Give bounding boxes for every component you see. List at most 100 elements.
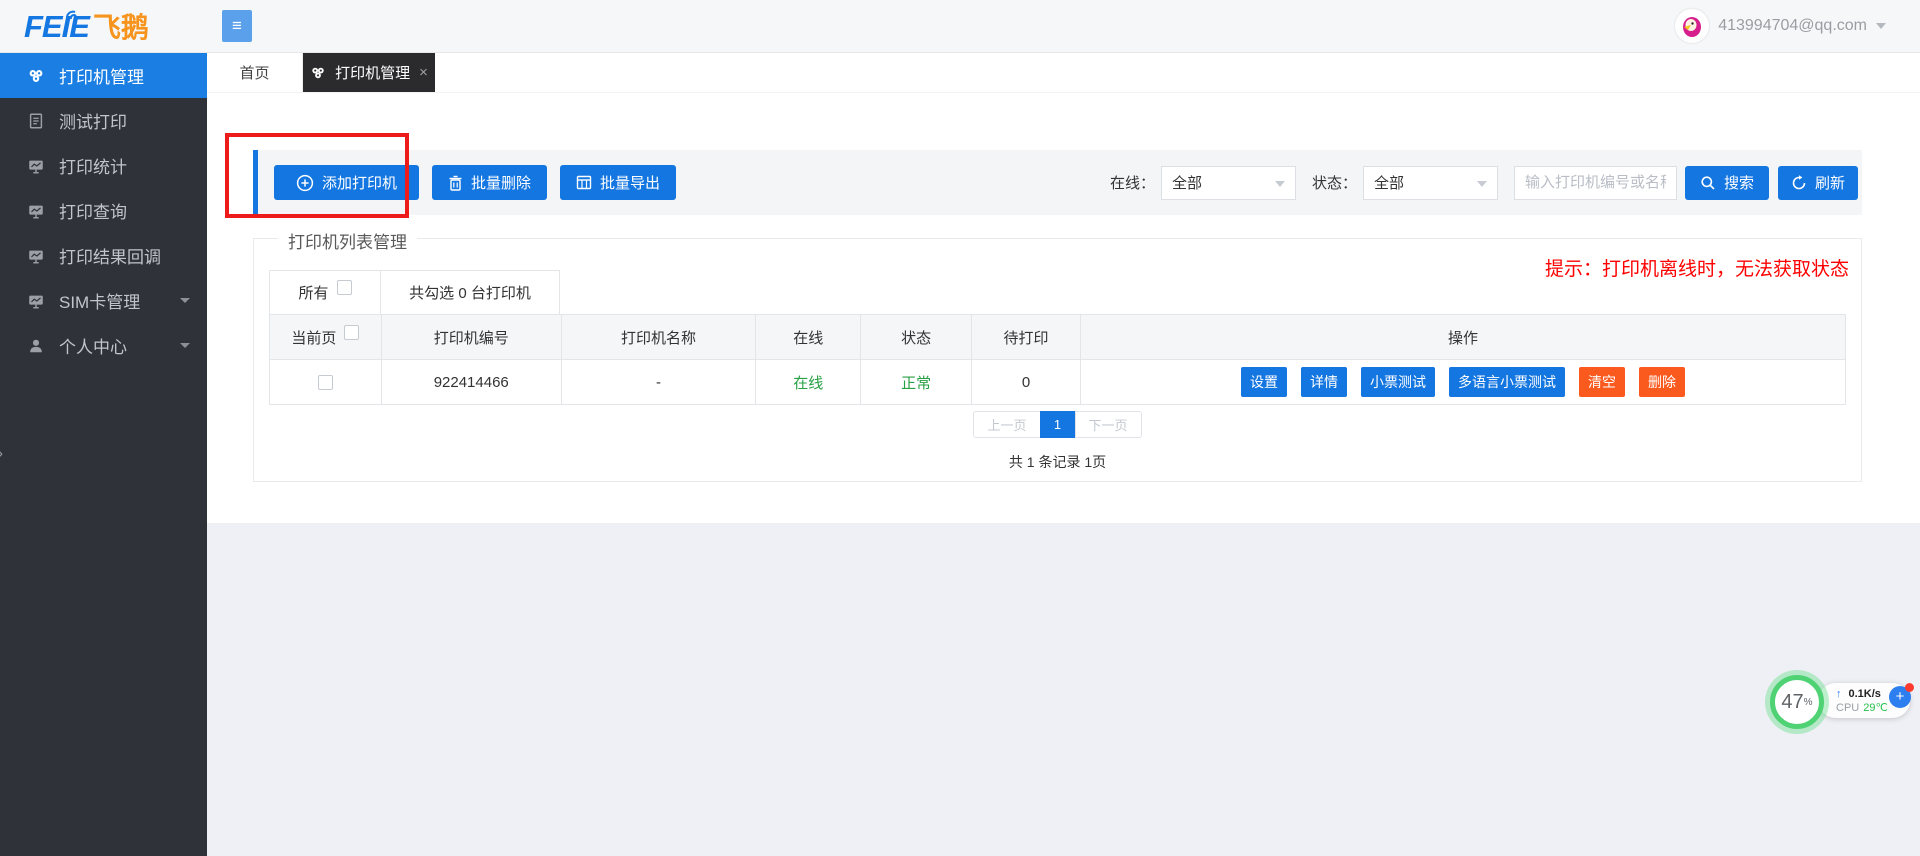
board-chart-icon [27, 202, 45, 220]
system-monitor-widget: ↑0.1K/s CPU29℃ + 47% [1770, 672, 1920, 738]
actions-cell: 设置 详情 小票测试 多语言小票测试 清空 删除 [1080, 360, 1845, 404]
sidebar-item-label: SIM卡管理 [59, 288, 140, 313]
user-icon [27, 337, 45, 355]
sidebar-item-personal-center[interactable]: 个人中心 [0, 323, 207, 368]
board-chart-icon [27, 247, 45, 265]
table-main: 当前页 打印机编号 打印机名称 在线 状态 待打印 操作 922414466 -… [269, 314, 1846, 405]
printer-group-icon [27, 67, 45, 85]
memory-usage-gauge[interactable]: 47% [1770, 675, 1824, 729]
printer-name-cell: - [561, 360, 756, 404]
percent-sign: % [1804, 697, 1813, 708]
button-label: 批量导出 [600, 172, 660, 193]
usage-percent: 47 [1781, 691, 1803, 714]
page-1-button[interactable]: 1 [1040, 411, 1076, 438]
button-label: 添加打印机 [322, 172, 397, 193]
sidebar-collapse-handle[interactable]: › [0, 445, 3, 462]
printer-group-icon [310, 65, 326, 81]
cpu-label: CPU [1836, 702, 1859, 714]
logo-text-cn: 飞鹅 [93, 6, 149, 46]
plus-circle-icon [296, 174, 314, 192]
upload-arrow-icon: ↑ [1836, 688, 1842, 700]
sidebar-item-sim-card-management[interactable]: SIM卡管理 [0, 278, 207, 323]
batch-export-button[interactable]: 批量导出 [560, 165, 676, 200]
printer-table: 所有 共勾选 0 台打印机 当前页 打印机编号 打印机名称 在线 [269, 270, 1846, 405]
select-value: 全部 [1374, 172, 1404, 193]
avatar [1675, 9, 1709, 43]
column-header-name: 打印机名称 [561, 315, 756, 359]
select-current-page-checkbox[interactable] [344, 325, 359, 340]
button-label: 搜索 [1724, 172, 1754, 193]
tab-bar: 首页 打印机管理 × [207, 53, 1920, 93]
receipt-test-button[interactable]: 小票测试 [1361, 367, 1435, 397]
search-button[interactable]: 搜索 [1685, 166, 1769, 200]
online-filter-select[interactable]: 全部 [1161, 166, 1296, 200]
sidebar-item-print-query[interactable]: 打印查询 [0, 188, 207, 233]
details-button[interactable]: 详情 [1301, 367, 1347, 397]
top-header: FEIE 飞鹅 ≡ 413994704@qq.com [0, 0, 1920, 53]
chevron-down-icon [1477, 181, 1487, 187]
status-filter-select[interactable]: 全部 [1363, 166, 1498, 200]
export-table-icon [576, 175, 592, 190]
chevron-down-icon [1275, 181, 1285, 187]
panel-title: 打印机列表管理 [278, 228, 417, 253]
sidebar-nav: 打印机管理 测试打印 打印统计 打印查询 打印结果回调 SIM卡管理 个人中心 … [0, 53, 207, 856]
status-filter-label: 状态： [1312, 172, 1357, 193]
sidebar-item-label: 测试打印 [59, 108, 127, 133]
column-header-actions: 操作 [1080, 315, 1845, 359]
settings-button[interactable]: 设置 [1241, 367, 1287, 397]
sidebar-item-test-print[interactable]: 测试打印 [0, 98, 207, 143]
select-value: 全部 [1172, 172, 1202, 193]
upload-speed: 0.1K/s [1849, 688, 1881, 700]
feie-logo[interactable]: FEIE 飞鹅 [0, 6, 207, 46]
hamburger-icon: ≡ [232, 16, 242, 35]
tab-label: 打印机管理 [335, 62, 410, 83]
board-chart-icon [27, 157, 45, 175]
printer-sn-cell: 922414466 [381, 360, 561, 404]
board-chart-icon [27, 292, 45, 310]
add-printer-button[interactable]: 添加打印机 [274, 165, 419, 200]
multilang-receipt-test-button[interactable]: 多语言小票测试 [1449, 367, 1565, 397]
user-menu[interactable]: 413994704@qq.com [1675, 9, 1920, 43]
chevron-down-icon [180, 343, 190, 348]
main-content: 添加打印机 批量删除 批量导出 在线： 全部 状态： 全部 搜索 [207, 93, 1920, 523]
search-input[interactable] [1514, 166, 1677, 200]
tab-label: 首页 [239, 62, 269, 83]
trash-icon [448, 175, 463, 191]
sidebar-item-print-result-callback[interactable]: 打印结果回调 [0, 233, 207, 278]
tab-home[interactable]: 首页 [207, 53, 303, 92]
refresh-button[interactable]: 刷新 [1778, 166, 1858, 200]
document-icon [27, 112, 45, 130]
button-label: 批量删除 [471, 172, 531, 193]
current-page-label: 当前页 [291, 327, 336, 348]
sidebar-item-label: 打印统计 [59, 153, 127, 178]
refresh-icon [1791, 175, 1807, 191]
next-page-button[interactable]: 下一页 [1075, 411, 1142, 438]
close-icon[interactable]: × [419, 64, 428, 81]
pending-count-cell: 0 [971, 360, 1080, 404]
tab-printer-management[interactable]: 打印机管理 × [303, 53, 435, 92]
online-filter-label: 在线： [1110, 172, 1155, 193]
row-checkbox[interactable] [318, 375, 333, 390]
sidebar-item-printer-management[interactable]: 打印机管理 [0, 53, 207, 98]
button-label: 刷新 [1815, 172, 1845, 193]
sidebar-toggle-button[interactable]: ≡ [222, 10, 252, 42]
table-row: 922414466 - 在线 正常 0 设置 详情 小票测试 多语言小票测试 清… [270, 359, 1845, 404]
sidebar-item-label: 打印结果回调 [59, 243, 161, 268]
online-status-cell: 在线 [755, 360, 860, 404]
chevron-down-icon [180, 298, 190, 303]
clear-button[interactable]: 清空 [1579, 367, 1625, 397]
delete-button[interactable]: 删除 [1639, 367, 1685, 397]
notification-dot [1905, 683, 1914, 692]
select-all-label: 所有 [298, 282, 328, 303]
select-all-checkbox[interactable] [337, 280, 352, 295]
select-all-row: 所有 共勾选 0 台打印机 [269, 270, 1846, 314]
cpu-temperature: 29℃ [1863, 702, 1888, 714]
filter-group: 在线： 全部 状态： 全部 搜索 刷新 [1110, 166, 1858, 200]
status-cell: 正常 [860, 360, 971, 404]
prev-page-button[interactable]: 上一页 [973, 411, 1040, 438]
column-header-pending: 待打印 [971, 315, 1080, 359]
search-icon [1700, 175, 1716, 191]
toolbar: 添加打印机 批量删除 批量导出 在线： 全部 状态： 全部 搜索 [253, 150, 1862, 215]
sidebar-item-print-statistics[interactable]: 打印统计 [0, 143, 207, 188]
batch-delete-button[interactable]: 批量删除 [432, 165, 547, 200]
